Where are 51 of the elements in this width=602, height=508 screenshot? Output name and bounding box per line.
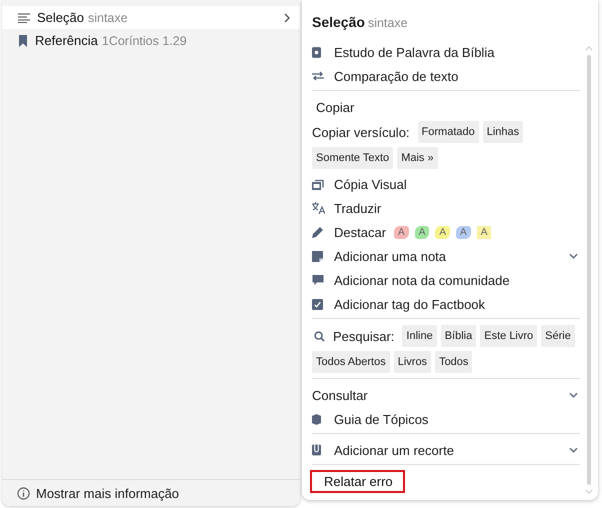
- highlight-swatch[interactable]: A: [414, 226, 430, 238]
- chip-group-label: Copiar versículo:: [312, 124, 410, 140]
- option-chip[interactable]: Este Livro: [480, 325, 538, 347]
- pen-icon: [312, 226, 324, 238]
- menu-action[interactable]: Cópia Visual: [312, 172, 580, 196]
- shield-icon: [312, 414, 321, 424]
- menu-action[interactable]: Guia de Tópicos: [312, 407, 580, 431]
- menu-item[interactable]: Referência 1Coríntios 1.29: [2, 29, 300, 52]
- list-icon: [18, 12, 30, 22]
- menu-action[interactable]: Traduzir: [312, 196, 580, 220]
- book-icon: [312, 46, 321, 58]
- menu-action[interactable]: Comparação de texto: [312, 64, 580, 88]
- highlight-swatch[interactable]: A: [435, 226, 450, 238]
- option-chip[interactable]: Bíblia: [440, 325, 476, 347]
- copy-icon: [312, 178, 324, 190]
- option-chip[interactable]: Inline: [402, 325, 437, 347]
- checkbox-icon: [312, 298, 323, 310]
- option-chip[interactable]: Somente Texto: [312, 147, 394, 169]
- swap-arrows-icon: [312, 71, 324, 81]
- search-icon: [314, 330, 325, 342]
- translate-icon: [312, 202, 325, 214]
- highlight-swatch[interactable]: A: [476, 226, 492, 238]
- note-icon: [312, 250, 323, 262]
- option-chip[interactable]: Mais »: [397, 147, 438, 169]
- bookmark-icon: [18, 34, 28, 46]
- chevron-down-icon[interactable]: [569, 392, 578, 398]
- info-icon: [17, 486, 30, 500]
- menu-action[interactable]: Estudo de Palavra da Bíblia: [312, 40, 580, 64]
- menu-action[interactable]: Adicionar um recorte: [312, 438, 580, 462]
- clip-icon: [312, 444, 321, 456]
- section-header: Consultar: [312, 388, 368, 402]
- panel-title: Seleção: [312, 14, 365, 30]
- menu-action[interactable]: Adicionar tag do Factbook: [312, 292, 580, 316]
- option-chip[interactable]: Todos: [435, 351, 472, 373]
- more-info-link[interactable]: Mostrar mais informação: [36, 486, 180, 500]
- highlight-label: Destacar: [334, 224, 386, 240]
- option-chip[interactable]: Formatado: [418, 121, 479, 143]
- menu-action[interactable]: Adicionar uma nota: [312, 244, 580, 268]
- comment-icon: [312, 274, 324, 286]
- copy-label: Copiar: [316, 100, 354, 114]
- option-chip[interactable]: Série: [541, 325, 575, 347]
- menu-item[interactable]: Seleção sintaxe: [2, 6, 300, 29]
- chip-group-label: Pesquisar:: [333, 328, 394, 344]
- menu-action[interactable]: Adicionar nota da comunidade: [312, 268, 580, 292]
- panel-subtitle: sintaxe: [368, 16, 408, 30]
- option-chip[interactable]: Livros: [394, 351, 432, 373]
- report-error-button[interactable]: Relatar erro: [310, 470, 405, 492]
- chevron-down-icon[interactable]: [569, 447, 578, 453]
- chevron-down-icon[interactable]: [569, 253, 578, 259]
- option-chip[interactable]: Linhas: [482, 121, 524, 143]
- option-chip[interactable]: Todos Abertos: [312, 351, 390, 373]
